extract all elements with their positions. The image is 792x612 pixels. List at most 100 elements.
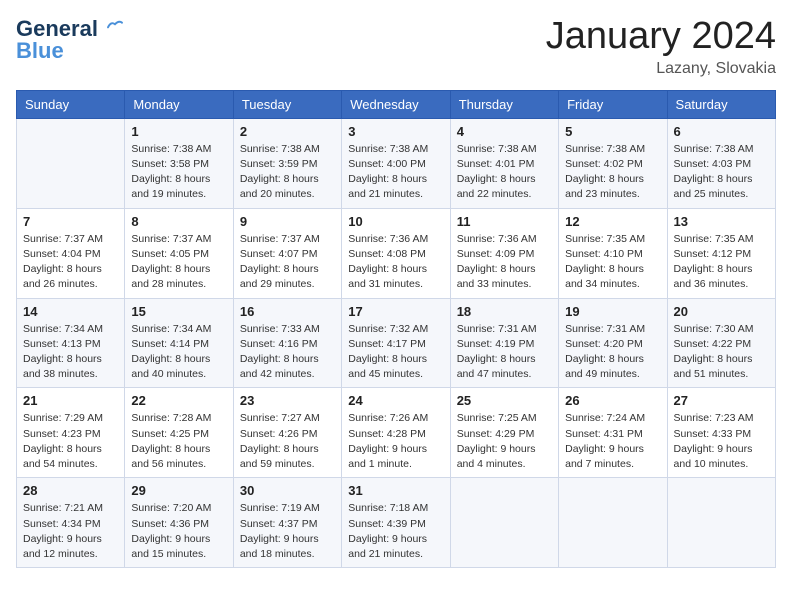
day-info: Sunrise: 7:37 AMSunset: 4:05 PMDaylight:…	[131, 232, 226, 293]
day-number: 8	[131, 214, 226, 229]
title-section: January 2024 Lazany, Slovakia	[546, 16, 776, 78]
day-number: 13	[674, 214, 769, 229]
day-number: 12	[565, 214, 660, 229]
day-info: Sunrise: 7:21 AMSunset: 4:34 PMDaylight:…	[23, 501, 118, 562]
day-number: 1	[131, 124, 226, 139]
day-info: Sunrise: 7:38 AMSunset: 3:59 PMDaylight:…	[240, 142, 335, 203]
calendar-cell	[667, 478, 775, 568]
day-info: Sunrise: 7:32 AMSunset: 4:17 PMDaylight:…	[348, 322, 443, 383]
calendar-cell: 2 Sunrise: 7:38 AMSunset: 3:59 PMDaylight…	[233, 118, 341, 208]
week-row-4: 21Sunrise: 7:29 AMSunset: 4:23 PMDayligh…	[17, 388, 776, 478]
day-number: 26	[565, 393, 660, 408]
calendar-cell: 4Sunrise: 7:38 AMSunset: 4:01 PMDaylight…	[450, 118, 558, 208]
calendar-cell: 5 Sunrise: 7:38 AMSunset: 4:02 PMDaylight…	[559, 118, 667, 208]
day-number: 24	[348, 393, 443, 408]
day-number: 3	[348, 124, 443, 139]
day-info: Sunrise: 7:35 AMSunset: 4:10 PMDaylight:…	[565, 232, 660, 293]
day-info: Sunrise: 7:38 AMSunset: 3:58 PMDaylight:…	[131, 142, 226, 203]
calendar-cell: 22Sunrise: 7:28 AMSunset: 4:25 PMDayligh…	[125, 388, 233, 478]
day-number: 25	[457, 393, 552, 408]
calendar-cell: 25 Sunrise: 7:25 AMSunset: 4:29 PMDayligh…	[450, 388, 558, 478]
day-info: Sunrise: 7:36 AMSunset: 4:08 PMDaylight:…	[348, 232, 443, 293]
day-number: 28	[23, 483, 118, 498]
day-info: Sunrise: 7:31 AMSunset: 4:20 PMDaylight:…	[565, 322, 660, 383]
calendar-cell: 29Sunrise: 7:20 AMSunset: 4:36 PMDayligh…	[125, 478, 233, 568]
day-info: Sunrise: 7:34 AMSunset: 4:13 PMDaylight:…	[23, 322, 118, 383]
calendar-cell: 20Sunrise: 7:30 AMSunset: 4:22 PMDayligh…	[667, 298, 775, 388]
day-info: Sunrise: 7:18 AMSunset: 4:39 PMDaylight:…	[348, 501, 443, 562]
calendar-cell: 31 Sunrise: 7:18 AMSunset: 4:39 PMDayligh…	[342, 478, 450, 568]
day-info: Sunrise: 7:26 AMSunset: 4:28 PMDaylight:…	[348, 411, 443, 472]
day-info: Sunrise: 7:38 AMSunset: 4:02 PMDaylight:…	[565, 142, 660, 203]
logo-blue: Blue	[16, 38, 64, 64]
calendar-cell	[559, 478, 667, 568]
day-number: 16	[240, 304, 335, 319]
day-number: 23	[240, 393, 335, 408]
calendar-cell: 1 Sunrise: 7:38 AMSunset: 3:58 PMDaylight…	[125, 118, 233, 208]
day-number: 30	[240, 483, 335, 498]
calendar-cell: 21Sunrise: 7:29 AMSunset: 4:23 PMDayligh…	[17, 388, 125, 478]
location-subtitle: Lazany, Slovakia	[546, 60, 776, 78]
day-info: Sunrise: 7:30 AMSunset: 4:22 PMDaylight:…	[674, 322, 769, 383]
day-number: 14	[23, 304, 118, 319]
calendar-cell: 13 Sunrise: 7:35 AMSunset: 4:12 PMDayligh…	[667, 208, 775, 298]
calendar-cell: 9Sunrise: 7:37 AMSunset: 4:07 PMDaylight…	[233, 208, 341, 298]
calendar-cell: 18 Sunrise: 7:31 AMSunset: 4:19 PMDayligh…	[450, 298, 558, 388]
weekday-header-wednesday: Wednesday	[342, 90, 450, 118]
logo: General Blue	[16, 16, 124, 64]
day-number: 2	[240, 124, 335, 139]
day-info: Sunrise: 7:37 AMSunset: 4:07 PMDaylight:…	[240, 232, 335, 293]
calendar-cell: 6 Sunrise: 7:38 AMSunset: 4:03 PMDaylight…	[667, 118, 775, 208]
calendar-cell: 16Sunrise: 7:33 AMSunset: 4:16 PMDayligh…	[233, 298, 341, 388]
calendar-cell: 7Sunrise: 7:37 AMSunset: 4:04 PMDaylight…	[17, 208, 125, 298]
week-row-3: 14 Sunrise: 7:34 AMSunset: 4:13 PMDayligh…	[17, 298, 776, 388]
calendar-table: SundayMondayTuesdayWednesdayThursdayFrid…	[16, 90, 776, 568]
calendar-cell	[17, 118, 125, 208]
calendar-cell: 15Sunrise: 7:34 AMSunset: 4:14 PMDayligh…	[125, 298, 233, 388]
calendar-cell: 17 Sunrise: 7:32 AMSunset: 4:17 PMDayligh…	[342, 298, 450, 388]
calendar-cell: 24 Sunrise: 7:26 AMSunset: 4:28 PMDayligh…	[342, 388, 450, 478]
calendar-cell: 26 Sunrise: 7:24 AMSunset: 4:31 PMDayligh…	[559, 388, 667, 478]
day-number: 6	[674, 124, 769, 139]
weekday-header-friday: Friday	[559, 90, 667, 118]
day-info: Sunrise: 7:24 AMSunset: 4:31 PMDaylight:…	[565, 411, 660, 472]
calendar-cell: 12 Sunrise: 7:35 AMSunset: 4:10 PMDayligh…	[559, 208, 667, 298]
day-number: 11	[457, 214, 552, 229]
day-number: 29	[131, 483, 226, 498]
day-number: 22	[131, 393, 226, 408]
day-number: 17	[348, 304, 443, 319]
day-number: 10	[348, 214, 443, 229]
calendar-cell: 28 Sunrise: 7:21 AMSunset: 4:34 PMDayligh…	[17, 478, 125, 568]
page-header: General Blue January 2024 Lazany, Slovak…	[16, 16, 776, 78]
calendar-cell	[450, 478, 558, 568]
day-info: Sunrise: 7:38 AMSunset: 4:03 PMDaylight:…	[674, 142, 769, 203]
calendar-cell: 23Sunrise: 7:27 AMSunset: 4:26 PMDayligh…	[233, 388, 341, 478]
day-number: 31	[348, 483, 443, 498]
day-number: 18	[457, 304, 552, 319]
logo-general: General	[16, 16, 98, 41]
week-row-5: 28 Sunrise: 7:21 AMSunset: 4:34 PMDayligh…	[17, 478, 776, 568]
day-info: Sunrise: 7:25 AMSunset: 4:29 PMDaylight:…	[457, 411, 552, 472]
weekday-header-saturday: Saturday	[667, 90, 775, 118]
calendar-cell: 11 Sunrise: 7:36 AMSunset: 4:09 PMDayligh…	[450, 208, 558, 298]
weekday-header-sunday: Sunday	[17, 90, 125, 118]
day-number: 19	[565, 304, 660, 319]
week-row-2: 7Sunrise: 7:37 AMSunset: 4:04 PMDaylight…	[17, 208, 776, 298]
calendar-cell: 8 Sunrise: 7:37 AMSunset: 4:05 PMDaylight…	[125, 208, 233, 298]
week-row-1: 1 Sunrise: 7:38 AMSunset: 3:58 PMDaylight…	[17, 118, 776, 208]
day-info: Sunrise: 7:35 AMSunset: 4:12 PMDaylight:…	[674, 232, 769, 293]
day-info: Sunrise: 7:23 AMSunset: 4:33 PMDaylight:…	[674, 411, 769, 472]
logo-bird-icon	[106, 18, 124, 32]
day-info: Sunrise: 7:19 AMSunset: 4:37 PMDaylight:…	[240, 501, 335, 562]
day-info: Sunrise: 7:36 AMSunset: 4:09 PMDaylight:…	[457, 232, 552, 293]
calendar-cell: 19 Sunrise: 7:31 AMSunset: 4:20 PMDayligh…	[559, 298, 667, 388]
day-info: Sunrise: 7:31 AMSunset: 4:19 PMDaylight:…	[457, 322, 552, 383]
day-number: 15	[131, 304, 226, 319]
day-number: 21	[23, 393, 118, 408]
day-info: Sunrise: 7:38 AMSunset: 4:01 PMDaylight:…	[457, 142, 552, 203]
day-number: 5	[565, 124, 660, 139]
calendar-cell: 10 Sunrise: 7:36 AMSunset: 4:08 PMDayligh…	[342, 208, 450, 298]
weekday-header-monday: Monday	[125, 90, 233, 118]
calendar-cell: 3Sunrise: 7:38 AMSunset: 4:00 PMDaylight…	[342, 118, 450, 208]
weekday-header-thursday: Thursday	[450, 90, 558, 118]
